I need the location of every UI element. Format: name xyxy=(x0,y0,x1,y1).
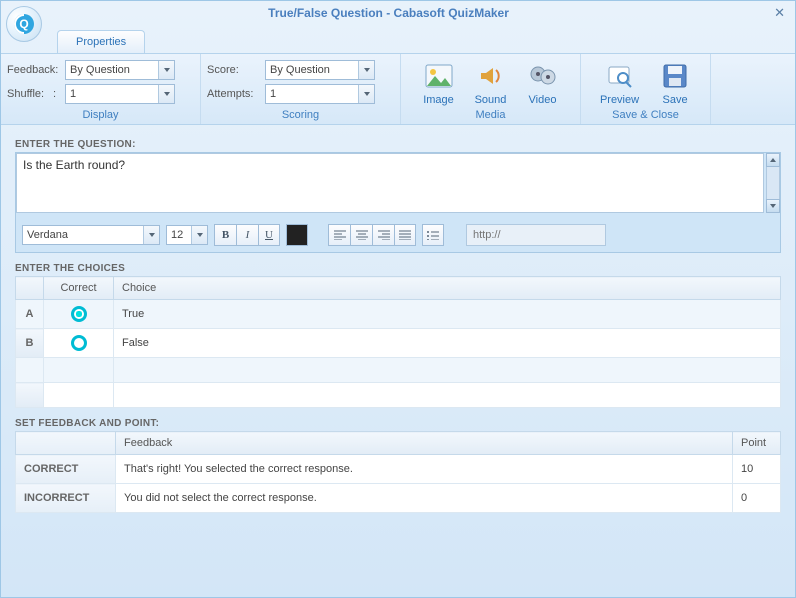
correct-radio[interactable] xyxy=(71,306,87,322)
format-toolbar: B I U xyxy=(16,216,780,252)
row-correct: CORRECT xyxy=(16,455,116,484)
save-button[interactable]: Save xyxy=(651,57,699,106)
row-idx: A xyxy=(16,300,44,329)
video-button[interactable]: Video xyxy=(519,57,567,106)
group-label-scoring: Scoring xyxy=(207,107,394,124)
window-title: True/False Question - Cabasoft QuizMaker xyxy=(7,6,770,20)
chevron-down-icon[interactable] xyxy=(158,85,174,103)
font-combo[interactable] xyxy=(22,225,160,245)
col-feedback: Feedback xyxy=(116,432,733,455)
align-justify-button[interactable] xyxy=(394,224,416,246)
font-input[interactable] xyxy=(23,226,143,244)
question-header: ENTER THE QUESTION: xyxy=(15,139,781,150)
chevron-down-icon[interactable] xyxy=(358,61,374,79)
col-correct: Correct xyxy=(44,277,114,300)
correct-point[interactable]: 10 xyxy=(733,455,781,484)
preview-button-label: Preview xyxy=(600,94,639,106)
align-center-button[interactable] xyxy=(350,224,372,246)
save-button-label: Save xyxy=(663,94,688,106)
table-row[interactable]: INCORRECT You did not select the correct… xyxy=(16,484,781,513)
preview-icon xyxy=(604,60,636,92)
url-input[interactable] xyxy=(466,224,606,246)
attempts-combo[interactable] xyxy=(265,84,375,104)
feedback-table: Feedback Point CORRECT That's right! You… xyxy=(15,431,781,513)
scroll-track[interactable] xyxy=(766,167,780,199)
incorrect-feedback[interactable]: You did not select the correct response. xyxy=(116,484,733,513)
chevron-down-icon[interactable] xyxy=(143,226,159,244)
correct-feedback[interactable]: That's right! You selected the correct r… xyxy=(116,455,733,484)
score-combo[interactable] xyxy=(265,60,375,80)
table-row[interactable] xyxy=(16,358,781,383)
score-input[interactable] xyxy=(266,61,358,79)
feedback-input[interactable] xyxy=(66,61,158,79)
svg-text:Q: Q xyxy=(19,17,28,31)
scroll-up-icon[interactable] xyxy=(766,153,780,167)
scroll-down-icon[interactable] xyxy=(766,199,780,213)
feedback-label: Feedback: xyxy=(7,64,61,76)
choices-table: Correct Choice A True B False xyxy=(15,276,781,408)
ribbon: Feedback: Shuffle: : xyxy=(1,53,795,125)
align-left-button[interactable] xyxy=(328,224,350,246)
choice-text[interactable]: True xyxy=(114,300,781,329)
choice-text[interactable]: False xyxy=(114,329,781,358)
video-icon xyxy=(527,60,559,92)
row-incorrect: INCORRECT xyxy=(16,484,116,513)
align-right-button[interactable] xyxy=(372,224,394,246)
shuffle-combo[interactable] xyxy=(65,84,175,104)
row-idx: B xyxy=(16,329,44,358)
color-button[interactable] xyxy=(286,224,308,246)
table-row[interactable]: CORRECT That's right! You selected the c… xyxy=(16,455,781,484)
group-label-media: Media xyxy=(407,107,574,124)
feedback-combo[interactable] xyxy=(65,60,175,80)
preview-button[interactable]: Preview xyxy=(592,57,647,106)
close-button[interactable]: ✕ xyxy=(770,5,789,21)
image-button[interactable]: Image xyxy=(415,57,463,106)
group-label-save: Save & Close xyxy=(587,107,704,124)
correct-radio[interactable] xyxy=(71,335,87,351)
app-logo: Q xyxy=(6,6,42,42)
save-icon xyxy=(659,60,691,92)
underline-button[interactable]: U xyxy=(258,224,280,246)
image-icon xyxy=(423,60,455,92)
sound-button[interactable]: Sound xyxy=(467,57,515,106)
shuffle-label: Shuffle: xyxy=(7,88,49,100)
row-header-col xyxy=(16,432,116,455)
shuffle-colon: : xyxy=(53,88,61,100)
bold-button[interactable]: B xyxy=(214,224,236,246)
col-point: Point xyxy=(733,432,781,455)
row-header-col xyxy=(16,277,44,300)
size-input[interactable] xyxy=(167,226,191,244)
chevron-down-icon[interactable] xyxy=(191,226,207,244)
choices-header: ENTER THE CHOICES xyxy=(15,263,781,274)
group-label-display: Display xyxy=(7,107,194,124)
sound-icon xyxy=(475,60,507,92)
scrollbar[interactable] xyxy=(766,153,780,213)
tab-properties[interactable]: Properties xyxy=(57,30,145,53)
chevron-down-icon[interactable] xyxy=(358,85,374,103)
image-button-label: Image xyxy=(423,94,454,106)
size-combo[interactable] xyxy=(166,225,208,245)
italic-button[interactable]: I xyxy=(236,224,258,246)
incorrect-point[interactable]: 0 xyxy=(733,484,781,513)
video-button-label: Video xyxy=(529,94,557,106)
table-row[interactable]: A True xyxy=(16,300,781,329)
col-choice: Choice xyxy=(114,277,781,300)
list-button[interactable] xyxy=(422,224,444,246)
shuffle-input[interactable] xyxy=(66,85,158,103)
feedback-header: SET FEEDBACK AND POINT: xyxy=(15,418,781,429)
question-text[interactable] xyxy=(16,153,764,213)
table-row[interactable] xyxy=(16,383,781,408)
score-label: Score: xyxy=(207,64,261,76)
chevron-down-icon[interactable] xyxy=(158,61,174,79)
attempts-input[interactable] xyxy=(266,85,358,103)
attempts-label: Attempts: xyxy=(207,88,261,100)
table-row[interactable]: B False xyxy=(16,329,781,358)
sound-button-label: Sound xyxy=(475,94,507,106)
